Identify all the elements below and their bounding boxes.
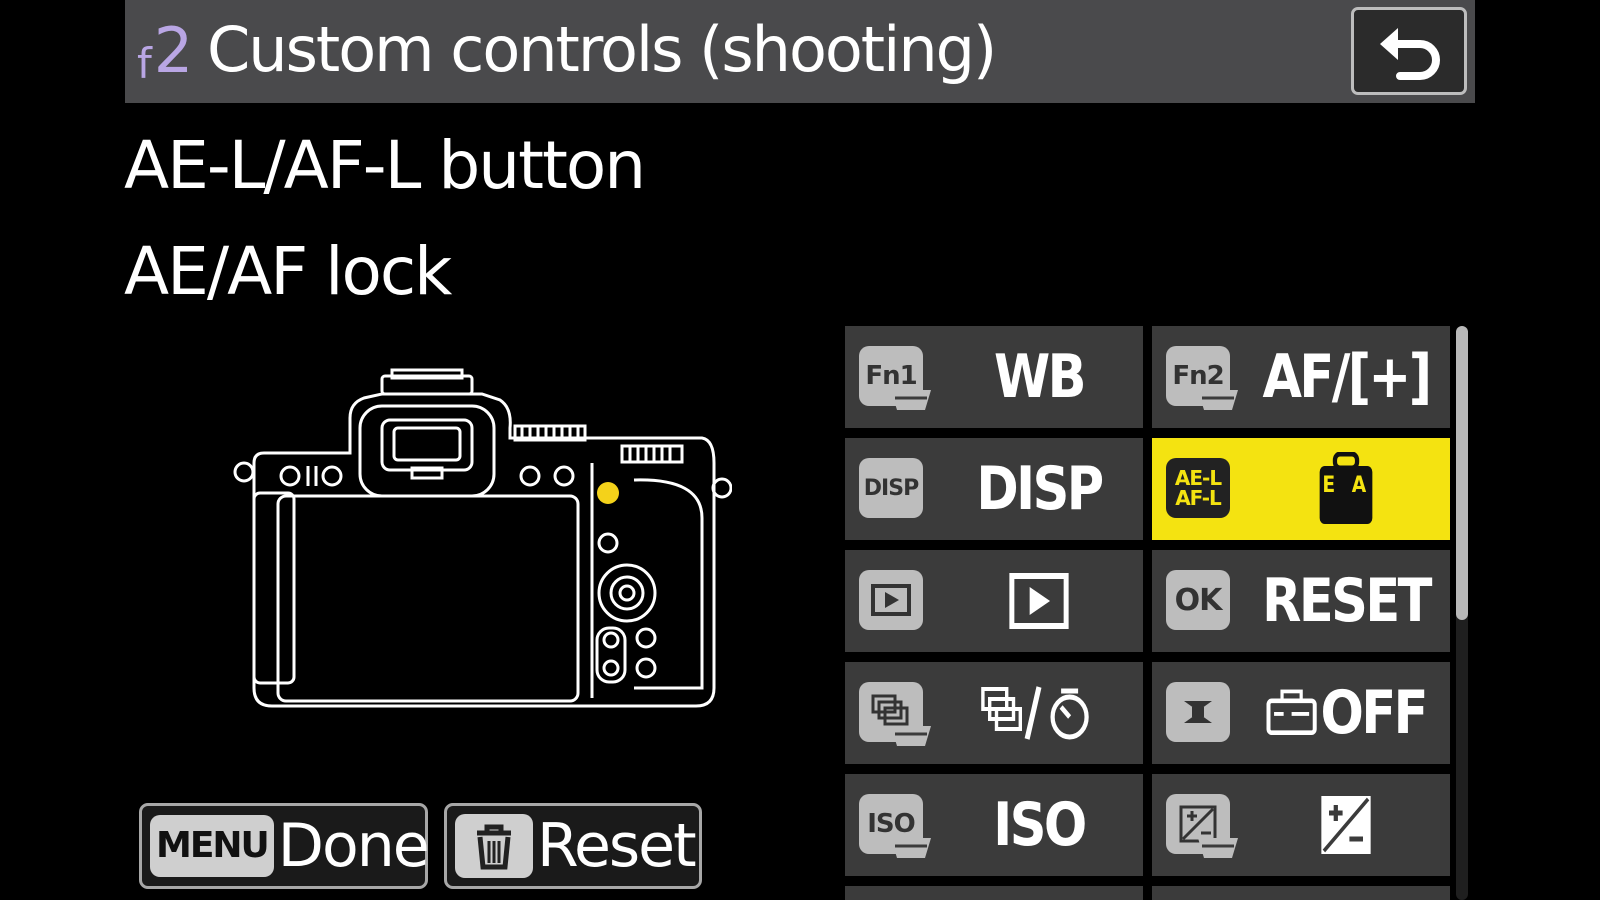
menu-code-number: 2 — [153, 14, 194, 87]
control-ael-afl[interactable]: AE-L AF-L AE AF — [1152, 438, 1450, 540]
selected-control-name: AE-L/AF-L button — [124, 127, 646, 204]
trash-icon — [455, 814, 533, 878]
ael-afl-key: AE-L AF-L — [1166, 458, 1230, 518]
disp-key: DISP — [859, 458, 923, 518]
control-ok[interactable]: OK RESET — [1152, 550, 1450, 652]
iso-dial-icon: ISO — [859, 794, 939, 858]
camera-back-illustration — [233, 368, 732, 708]
control-exposure-comp[interactable] — [1152, 774, 1450, 876]
disp-value: DISP — [976, 454, 1104, 524]
scrollbar-thumb[interactable] — [1456, 326, 1468, 620]
ok-key-icon: OK — [1166, 570, 1246, 634]
release-mode-dial-icon — [859, 682, 939, 746]
fn2-dial-icon: Fn2 — [1166, 346, 1246, 410]
reset-label: Reset — [537, 811, 697, 881]
playback-icon — [959, 550, 1119, 652]
control-fn1[interactable]: Fn1 WB — [845, 326, 1143, 428]
exposure-comp-dial-icon — [1166, 794, 1246, 858]
control-disp[interactable]: DISP DISP — [845, 438, 1143, 540]
exposure-comp-icon — [1266, 774, 1426, 876]
ae-af-lock-icon: AE AF — [1266, 438, 1426, 540]
iso-value: ISO — [993, 790, 1087, 860]
control-release-mode[interactable] — [845, 662, 1143, 764]
ael-afl-button-indicator — [597, 482, 619, 504]
menu-code: f2 — [137, 12, 193, 103]
back-button[interactable] — [1351, 7, 1467, 95]
control-iso[interactable]: ISO ISO — [845, 774, 1143, 876]
menu-key-icon: MENU — [150, 815, 274, 877]
movie-record-off-icon: OFF — [1266, 662, 1429, 764]
ok-key: OK — [1166, 570, 1230, 630]
playback-key — [859, 570, 923, 630]
movie-record-key-icon — [1166, 682, 1246, 746]
release-mode-self-timer-icon — [959, 662, 1119, 764]
menu-code-letter: f — [137, 39, 152, 88]
control-next-row-right[interactable] — [1152, 886, 1450, 900]
done-label: Done — [277, 811, 430, 881]
fn2-value: AF/[+] — [1262, 342, 1433, 412]
fn1-value: WB — [993, 342, 1087, 412]
movie-record-value: OFF — [1320, 678, 1429, 748]
playback-key-icon — [859, 570, 939, 634]
control-playback[interactable] — [845, 550, 1143, 652]
ok-value: RESET — [1262, 566, 1432, 636]
title-bar: f2 Custom controls (shooting) — [125, 0, 1475, 103]
disp-key-icon: DISP — [859, 458, 939, 522]
ael-afl-key-icon: AE-L AF-L — [1166, 458, 1246, 522]
current-assignment: AE/AF lock — [124, 233, 452, 310]
control-movie-record[interactable]: OFF — [1152, 662, 1450, 764]
control-fn2[interactable]: Fn2 AF/[+] — [1152, 326, 1450, 428]
control-next-row-left[interactable] — [845, 886, 1143, 900]
page-title: Custom controls (shooting) — [207, 13, 997, 86]
reset-button[interactable]: Reset — [444, 803, 702, 889]
done-button[interactable]: MENU Done — [139, 803, 430, 889]
movie-record-key — [1166, 682, 1230, 742]
svg-text:AE AF: AE AF — [1316, 472, 1376, 498]
fn1-dial-icon: Fn1 — [859, 346, 939, 410]
return-arrow-icon — [1380, 28, 1440, 80]
